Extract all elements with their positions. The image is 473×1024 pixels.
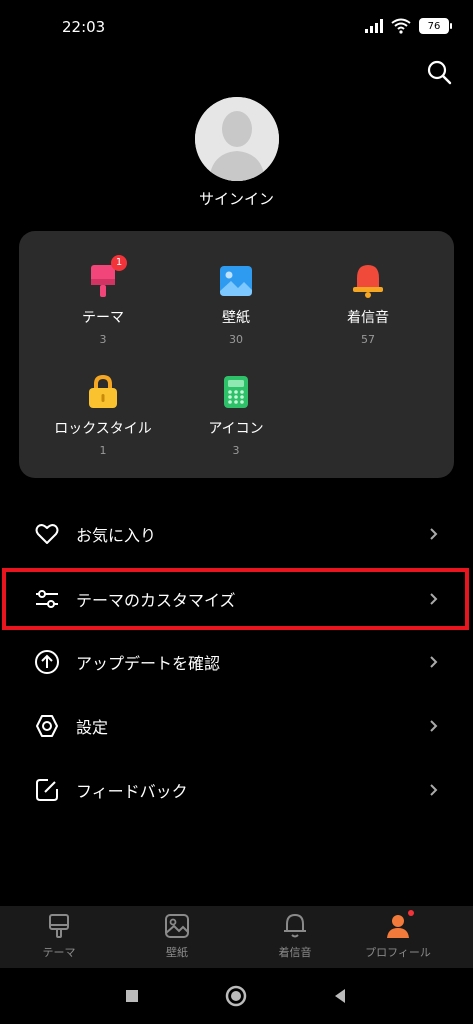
menu-item-check-updates[interactable]: アップデートを確認 xyxy=(0,632,473,692)
menu-item-settings[interactable]: 設定 xyxy=(0,696,473,756)
sliders-icon xyxy=(36,590,58,608)
category-lock-styles[interactable]: ロックスタイル 1 xyxy=(33,372,173,457)
ringtone-bell-icon xyxy=(348,261,388,301)
category-label: 着信音 xyxy=(347,310,389,326)
bottom-nav: テーマ 壁紙 着信音 プロフィール xyxy=(0,906,473,968)
nav-label: 壁紙 xyxy=(166,946,188,959)
search-icon[interactable] xyxy=(425,58,453,86)
system-nav-bar xyxy=(0,968,473,1024)
signal-icon xyxy=(365,19,383,33)
nav-tab-wallpapers[interactable]: 壁紙 xyxy=(118,912,236,960)
nav-tab-profile[interactable]: プロフィール xyxy=(339,910,457,960)
category-count: 1 xyxy=(99,444,107,457)
chevron-right-icon xyxy=(430,656,438,668)
status-icons: 76 xyxy=(365,18,452,34)
profile-screen: 22:03 76 サインイン 1 テーマ 3 壁紙 30 着信音 57 ロックス… xyxy=(0,0,473,1024)
chevron-right-icon xyxy=(430,784,438,796)
theme-brush-icon: 1 xyxy=(83,255,127,301)
category-count: 57 xyxy=(361,333,375,346)
category-label: テーマ xyxy=(82,310,124,326)
home-icon[interactable] xyxy=(224,984,248,1008)
menu-item-favorites[interactable]: お気に入り xyxy=(0,504,473,564)
chevron-right-icon xyxy=(430,593,438,605)
category-themes[interactable]: 1 テーマ 3 xyxy=(33,255,173,346)
nav-label: テーマ xyxy=(42,946,76,959)
lock-icon xyxy=(83,372,123,412)
heart-icon xyxy=(35,524,59,544)
menu-item-feedback[interactable]: フィードバック xyxy=(0,760,473,820)
chevron-right-icon xyxy=(430,720,438,732)
sign-in-label[interactable]: サインイン xyxy=(0,188,473,209)
notification-dot xyxy=(408,910,414,916)
gear-icon xyxy=(36,715,58,737)
bell-icon xyxy=(281,912,309,940)
arrow-up-circle-icon xyxy=(35,650,59,674)
category-count: 3 xyxy=(232,444,240,457)
menu-item-customize-theme[interactable]: テーマのカスタマイズ xyxy=(0,569,473,629)
menu-label: フィードバック xyxy=(76,782,188,801)
menu-label: テーマのカスタマイズ xyxy=(76,591,236,610)
category-icons[interactable]: アイコン 3 xyxy=(166,372,306,457)
theme-badge: 1 xyxy=(111,255,127,271)
categories-card: 1 テーマ 3 壁紙 30 着信音 57 ロックスタイル 1 アイコン 3 xyxy=(19,231,454,478)
battery-icon: 76 xyxy=(419,18,452,34)
status-bar: 22:03 76 xyxy=(0,0,473,56)
status-time: 22:03 xyxy=(62,18,106,36)
category-label: 壁紙 xyxy=(222,310,250,326)
menu-label: 設定 xyxy=(76,718,109,737)
default-avatar-icon xyxy=(195,97,279,181)
category-ringtones[interactable]: 着信音 57 xyxy=(298,261,438,346)
nav-label: 着信音 xyxy=(278,946,312,959)
nav-label: プロフィール xyxy=(365,946,431,959)
chevron-right-icon xyxy=(430,528,438,540)
brush-icon xyxy=(45,912,73,940)
category-wallpapers[interactable]: 壁紙 30 xyxy=(166,261,306,346)
edit-icon xyxy=(36,779,58,801)
category-label: ロックスタイル xyxy=(54,421,152,437)
category-count: 30 xyxy=(229,333,243,346)
image-icon xyxy=(163,912,191,940)
category-label: アイコン xyxy=(208,421,264,437)
avatar[interactable] xyxy=(195,97,279,181)
icon-pack-icon xyxy=(216,372,256,412)
category-count: 3 xyxy=(99,333,107,346)
person-icon xyxy=(384,910,414,940)
nav-tab-ringtones[interactable]: 着信音 xyxy=(236,912,354,960)
recent-apps-icon[interactable] xyxy=(120,984,144,1008)
back-icon[interactable] xyxy=(328,984,352,1008)
menu-label: アップデートを確認 xyxy=(76,654,221,673)
nav-tab-themes[interactable]: テーマ xyxy=(0,912,118,960)
menu-label: お気に入り xyxy=(76,526,157,545)
wifi-icon xyxy=(391,18,411,34)
battery-level: 76 xyxy=(427,20,441,32)
wallpaper-image-icon xyxy=(216,261,256,301)
